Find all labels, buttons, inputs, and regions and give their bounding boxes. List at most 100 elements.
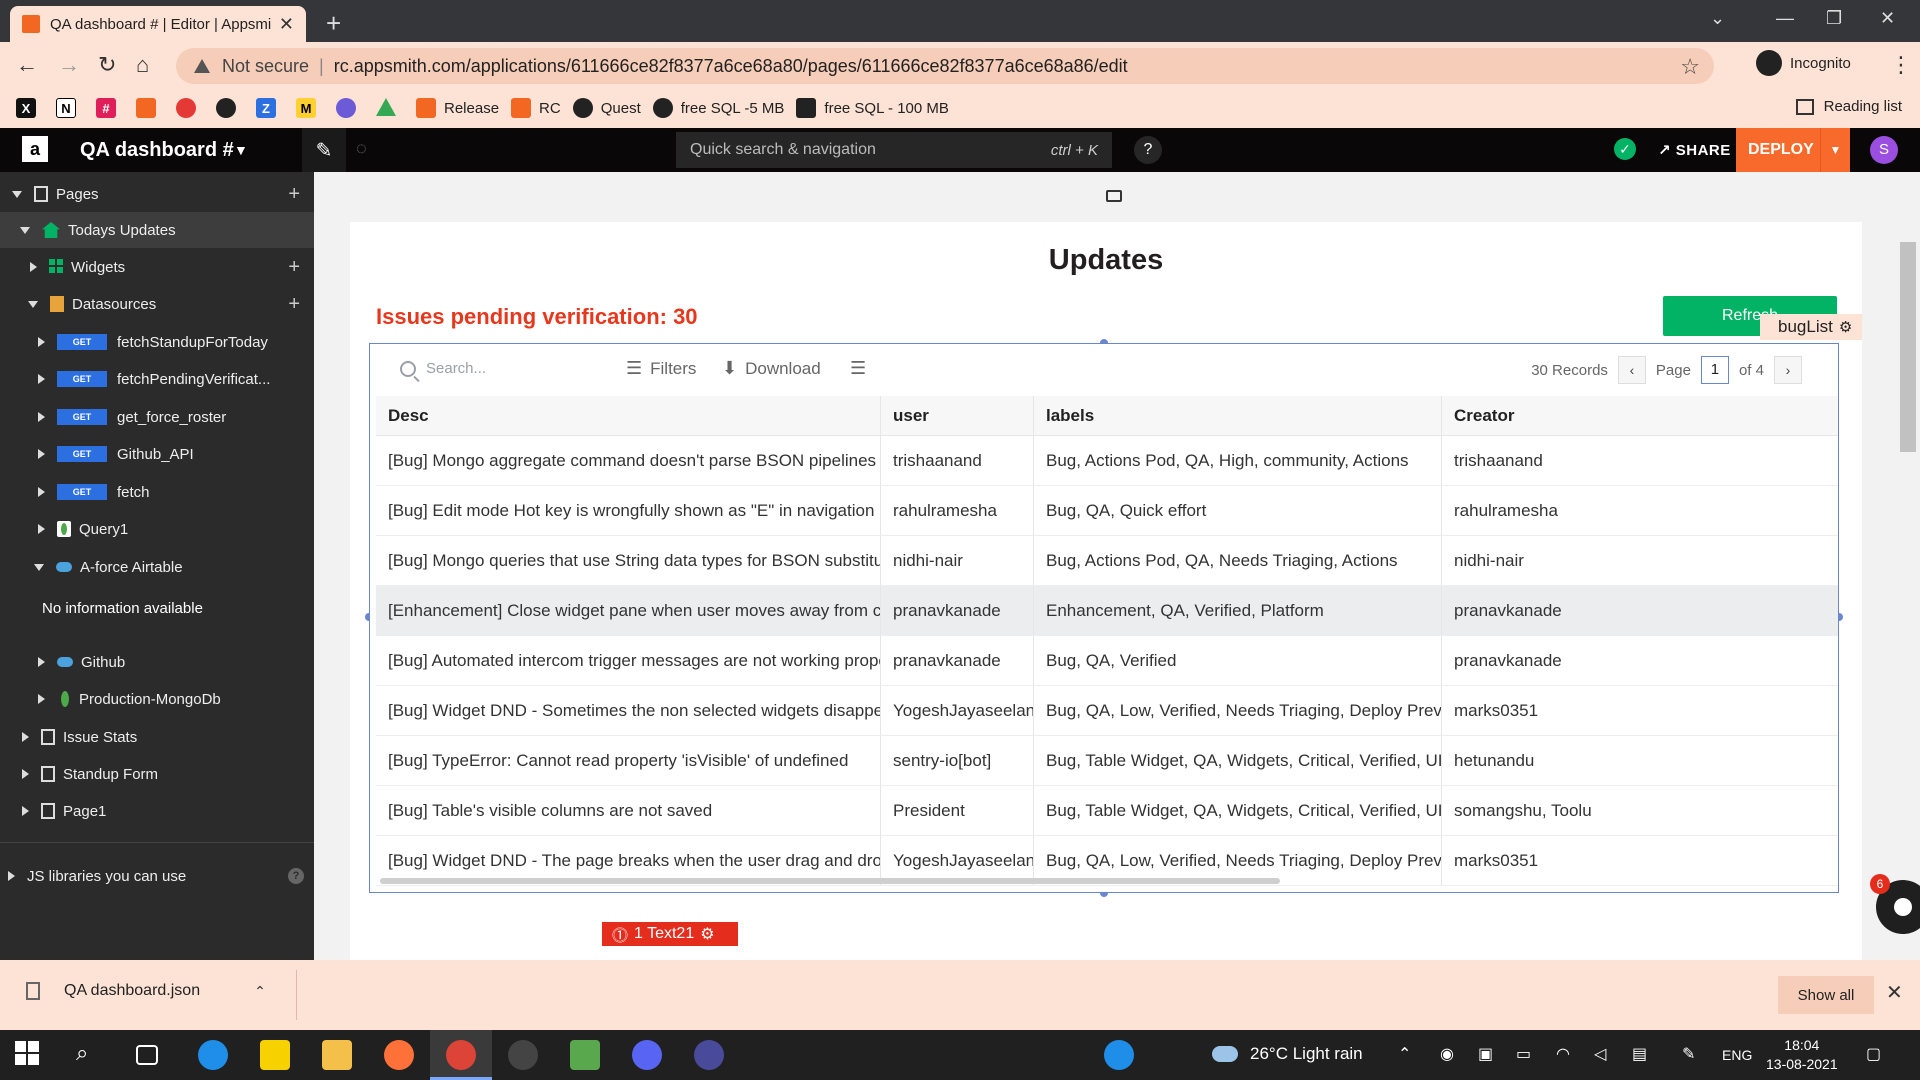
cell-desc[interactable]: [Enhancement] Close widget pane when use… <box>376 586 881 635</box>
sidebar-page-todays-updates[interactable]: Todays Updates <box>0 212 314 248</box>
app-tray-icon[interactable]: ▣ <box>1478 1044 1493 1064</box>
application-name[interactable]: QA dashboard # <box>80 139 234 162</box>
bookmark-chrome-app[interactable] <box>176 98 204 118</box>
bookmark-x[interactable]: X <box>16 98 44 118</box>
volume-icon[interactable]: ◁ <box>1594 1044 1606 1064</box>
display-icon[interactable]: ▤ <box>1632 1044 1647 1064</box>
cell-creator[interactable]: rahulramesha <box>1442 486 1838 535</box>
filters-button[interactable]: ☰ Filters <box>626 358 696 379</box>
cell-user[interactable]: rahulramesha <box>881 486 1034 535</box>
deploy-dropdown-caret-icon[interactable]: ▼ <box>1820 128 1850 172</box>
gear-icon[interactable]: ⚙ <box>700 924 714 944</box>
sidebar-page-page1[interactable]: Page1 <box>0 793 314 829</box>
deploy-button[interactable]: DEPLOY ▼ <box>1736 128 1850 172</box>
table-horizontal-scrollbar[interactable] <box>380 878 1280 884</box>
help-icon[interactable]: ? <box>288 868 304 884</box>
image-editor-icon[interactable] <box>570 1040 600 1070</box>
bookmark-notion[interactable]: N <box>56 98 84 118</box>
add-page-icon[interactable]: + <box>288 183 300 206</box>
cell-desc[interactable]: [Bug] Mongo queries that use String data… <box>376 536 881 585</box>
comment-mode-icon[interactable]: ◌ <box>356 138 367 159</box>
sticky-notes-icon[interactable] <box>260 1040 290 1070</box>
bookmark-gear[interactable] <box>336 98 364 118</box>
sidebar-query-item[interactable]: GET fetch <box>0 474 314 510</box>
cell-creator[interactable]: trishaanand <box>1442 436 1838 485</box>
cell-labels[interactable]: Bug, QA, Quick effort <box>1034 486 1442 535</box>
sidebar-widgets[interactable]: Widgets + <box>0 249 314 285</box>
bookmark-drive[interactable] <box>376 98 404 118</box>
cell-desc[interactable]: [Bug] Edit mode Hot key is wrongfully sh… <box>376 486 881 535</box>
sidebar-query-item[interactable]: GET Github_API <box>0 436 314 472</box>
table-row[interactable]: [Bug] Automated intercom trigger message… <box>376 636 1838 686</box>
sidebar-query1[interactable]: Query1 <box>0 511 314 547</box>
cell-labels[interactable]: Bug, Actions Pod, QA, Needs Triaging, Ac… <box>1034 536 1442 585</box>
home-icon[interactable]: ⌂ <box>136 52 149 78</box>
column-header-creator[interactable]: Creator <box>1442 396 1838 435</box>
cell-user[interactable]: nidhi-nair <box>881 536 1034 585</box>
sidebar-query-item[interactable]: GET get_force_roster <box>0 399 314 435</box>
cell-desc[interactable]: [Bug] Table's visible columns are not sa… <box>376 786 881 835</box>
browser-menu-icon[interactable]: ⋮ <box>1890 52 1912 78</box>
cell-creator[interactable]: nidhi-nair <box>1442 536 1838 585</box>
search-icon[interactable]: ⌕ <box>76 1040 106 1070</box>
share-button[interactable]: ↗ SHARE <box>1658 141 1731 159</box>
bookmark-quest[interactable]: Quest <box>572 98 641 118</box>
battery-icon[interactable]: ▭ <box>1516 1044 1531 1064</box>
wifi-icon[interactable]: ◠ <box>1556 1044 1570 1064</box>
table-row[interactable]: [Enhancement] Close widget pane when use… <box>376 586 1838 636</box>
window-close-icon[interactable]: ✕ <box>1880 8 1895 29</box>
download-button[interactable]: ⬇ Download <box>722 358 821 379</box>
cell-creator[interactable]: marks0351 <box>1442 836 1838 885</box>
bookmark-release[interactable]: Release <box>416 98 499 118</box>
cell-desc[interactable]: [Bug] Automated intercom trigger message… <box>376 636 881 685</box>
cell-labels[interactable]: Bug, QA, Verified <box>1034 636 1442 685</box>
taskbar-clock[interactable]: 18:04 13-08-2021 <box>1766 1036 1838 1074</box>
table-row[interactable]: [Bug] Edit mode Hot key is wrongfully sh… <box>376 486 1838 536</box>
add-widget-icon[interactable]: + <box>288 256 300 279</box>
chevron-right-icon[interactable]: › <box>1774 356 1802 384</box>
cypress-icon[interactable] <box>508 1040 538 1070</box>
windows-start-icon[interactable] <box>14 1040 44 1070</box>
cell-labels[interactable]: Bug, QA, Low, Verified, Needs Triaging, … <box>1034 686 1442 735</box>
text21-widget-error-tag[interactable]: ⓵ 1 Text21 ⚙ <box>602 922 738 946</box>
back-icon[interactable]: ← <box>16 52 38 78</box>
cell-desc[interactable]: [Bug] Mongo aggregate command doesn't pa… <box>376 436 881 485</box>
cell-creator[interactable]: somangshu, Toolu <box>1442 786 1838 835</box>
chrome-icon[interactable] <box>446 1040 476 1070</box>
bookmark-slack[interactable]: # <box>96 98 124 118</box>
close-downloads-icon[interactable]: ✕ <box>1886 980 1903 1005</box>
table-row[interactable]: [Bug] Mongo aggregate command doesn't pa… <box>376 436 1838 486</box>
table-row[interactable]: [Bug] TypeError: Cannot read property 'i… <box>376 736 1838 786</box>
cell-user[interactable]: pranavkanade <box>881 586 1034 635</box>
gear-icon[interactable]: ⚙ <box>1839 318 1852 336</box>
table-row[interactable]: [Bug] Mongo queries that use String data… <box>376 536 1838 586</box>
page-number-input[interactable]: 1 <box>1700 356 1729 384</box>
language-indicator[interactable]: ENG <box>1722 1047 1752 1063</box>
cell-creator[interactable]: hetunandu <box>1442 736 1838 785</box>
bookmark-star-icon[interactable]: ☆ <box>1680 54 1700 80</box>
firefox-icon[interactable] <box>384 1040 414 1070</box>
eclipse-icon[interactable] <box>694 1040 724 1070</box>
cell-creator[interactable]: pranavkanade <box>1442 636 1838 685</box>
sidebar-pages-header[interactable]: Pages + <box>0 176 314 212</box>
pending-verification-text[interactable]: Issues pending verification: 30 <box>376 304 698 330</box>
table-row[interactable]: [Bug] Table's visible columns are not sa… <box>376 786 1838 836</box>
row-height-button[interactable]: ☰ <box>850 358 874 379</box>
help-button[interactable]: ? <box>1134 136 1162 164</box>
bookmark-appsmith[interactable] <box>136 98 164 118</box>
desktop-view-icon[interactable] <box>1106 190 1122 202</box>
bookmark-free-sql-100[interactable]: free SQL - 100 MB <box>796 98 949 118</box>
bookmark-rc[interactable]: RC <box>511 98 561 118</box>
page-canvas[interactable]: Updates Issues pending verification: 30 … <box>350 222 1863 960</box>
cell-user[interactable]: trishaanand <box>881 436 1034 485</box>
edge-icon[interactable] <box>198 1040 228 1070</box>
discord-icon[interactable] <box>632 1040 662 1070</box>
download-item[interactable]: QA dashboard.json ⌃ <box>26 982 266 1000</box>
browser-tab[interactable]: QA dashboard # | Editor | Appsmith ✕ <box>10 6 306 42</box>
quick-search-input[interactable]: Quick search & navigation ctrl + K <box>676 132 1112 168</box>
column-header-labels[interactable]: labels <box>1034 396 1442 435</box>
edit-mode-pencil-icon[interactable]: ✎ <box>302 128 346 172</box>
reload-icon[interactable]: ↻ <box>98 52 116 78</box>
appsmith-logo-icon[interactable]: a <box>22 136 48 162</box>
canvas-vertical-scrollbar[interactable] <box>1900 242 1916 452</box>
